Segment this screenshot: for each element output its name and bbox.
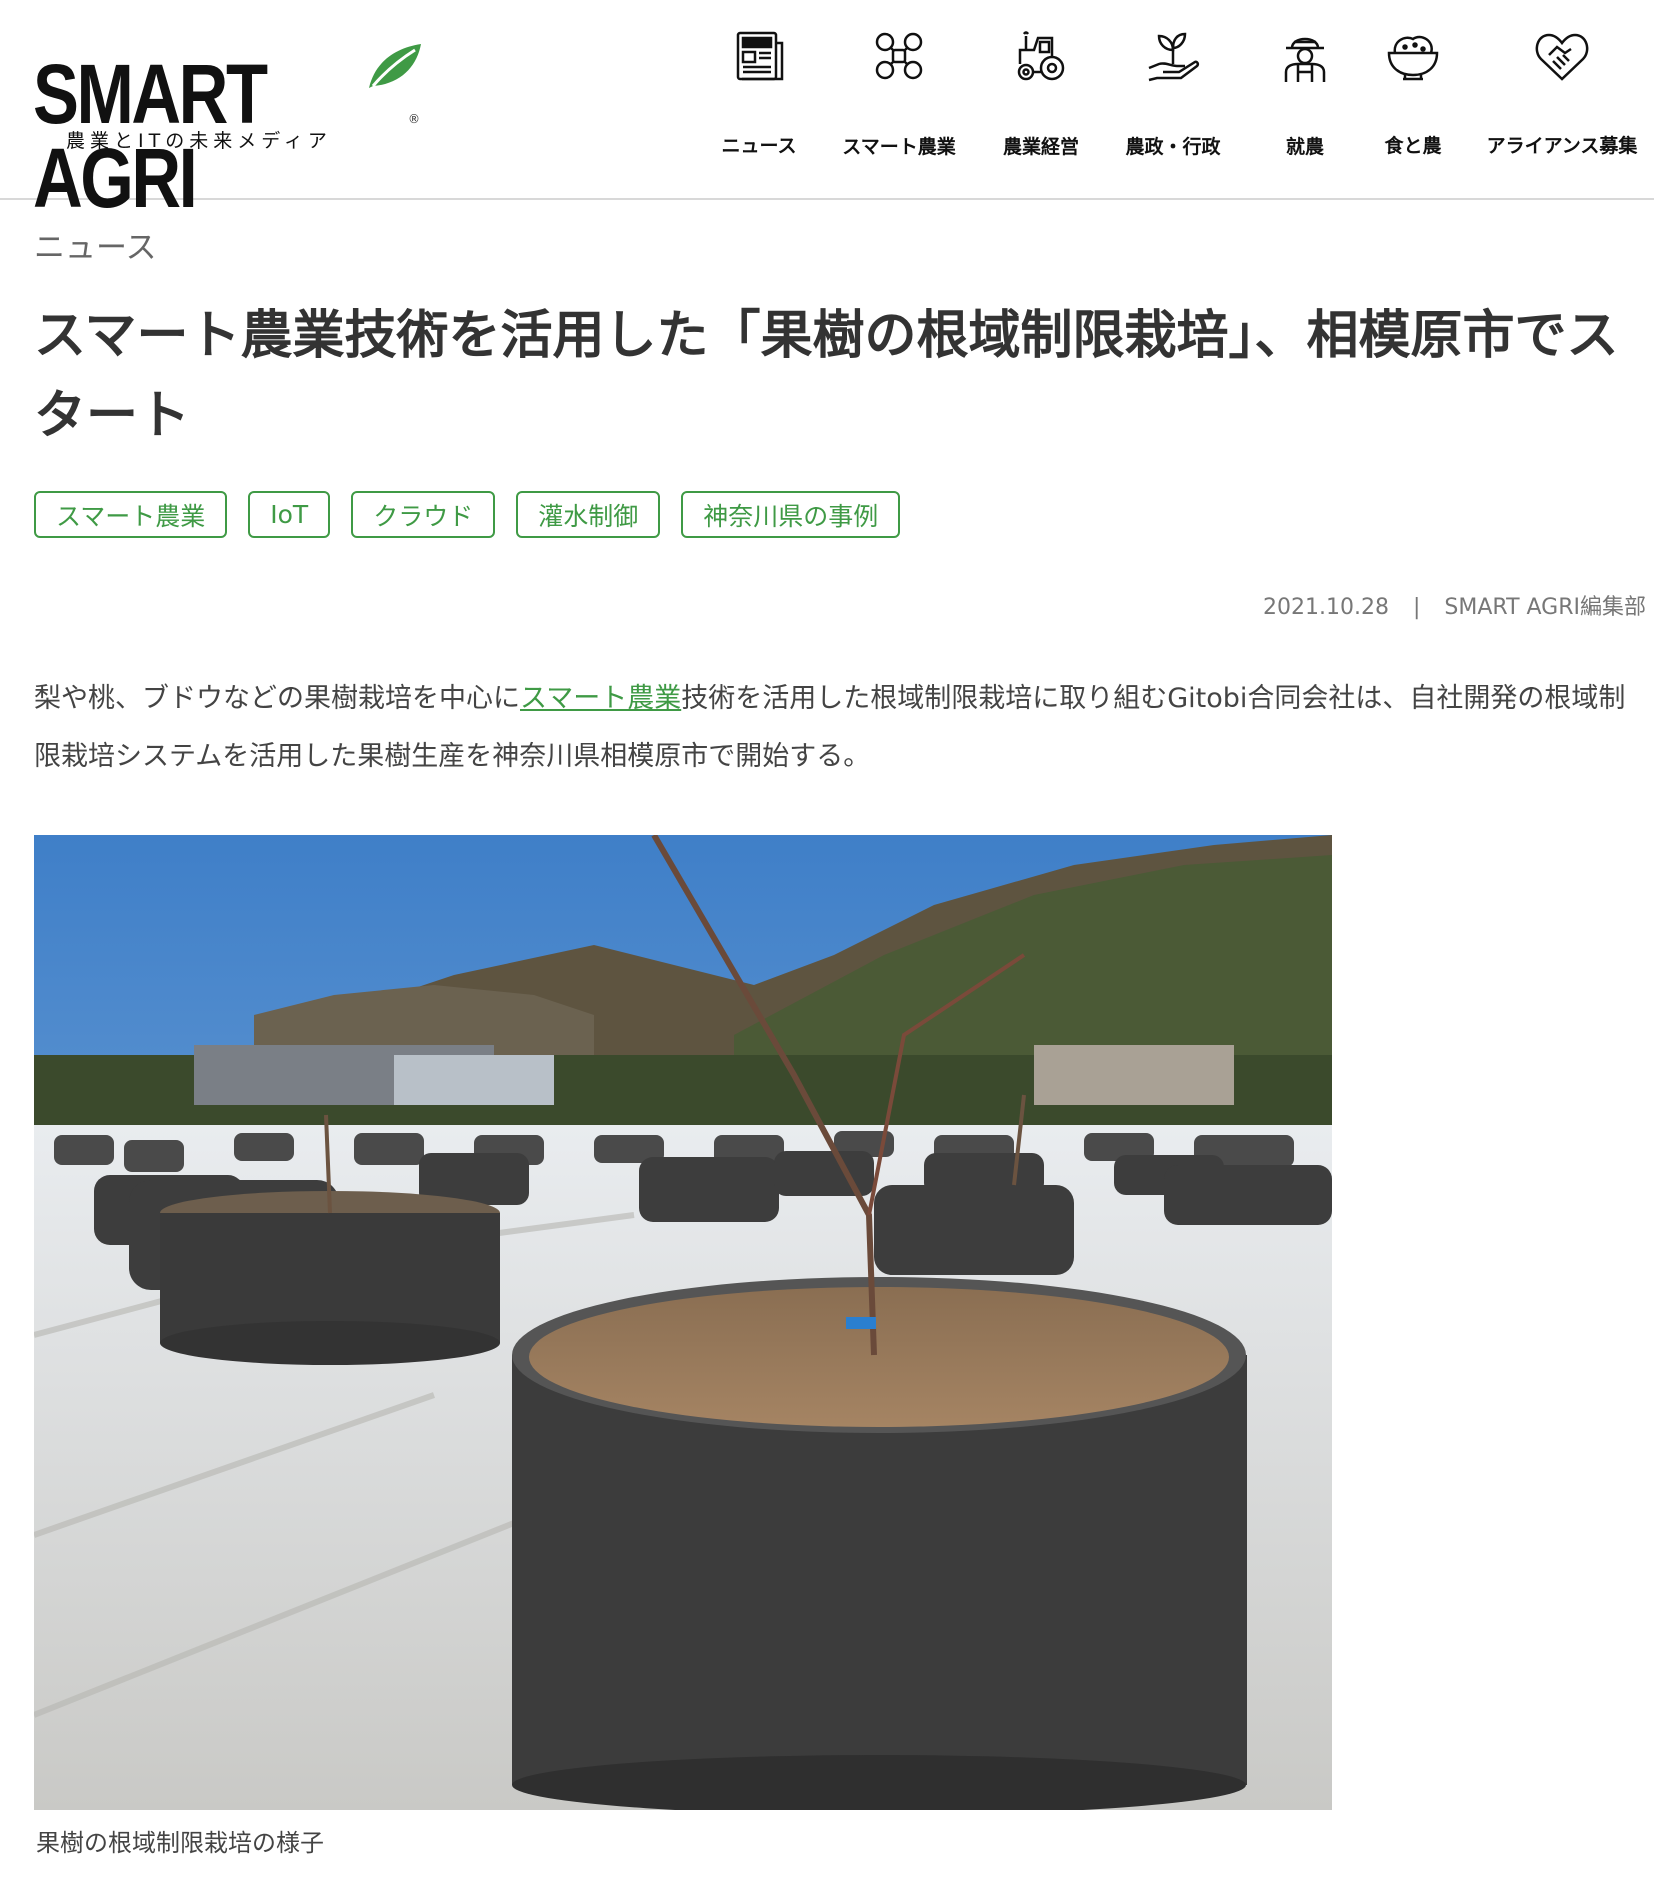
newspaper-icon	[729, 28, 789, 83]
tag-cloud[interactable]: クラウド	[351, 491, 496, 538]
site-header: SMART AGRI ® 農業とITの未来メディア ニュース スマート農業 農業…	[0, 0, 1654, 220]
site-logo[interactable]: SMART AGRI ® 農業とITの未来メディア	[33, 40, 421, 220]
tag-list: スマート農業 IoT クラウド 灌水制御 神奈川県の事例	[34, 491, 901, 538]
registered-mark: ®	[408, 112, 420, 126]
breadcrumb-category[interactable]: ニュース	[34, 222, 156, 267]
article-title: スマート農業技術を活用した「果樹の根域制限栽培」、相模原市でスタート	[34, 306, 1619, 446]
tag-iot[interactable]: IoT	[248, 491, 331, 538]
leaf-icon	[369, 44, 421, 88]
tag-smart-agri[interactable]: スマート農業	[34, 491, 228, 538]
tractor-icon	[1011, 28, 1071, 84]
logo-tagline: 農業とITの未来メディア	[66, 130, 332, 152]
nav-item-news[interactable]: ニュース	[704, 28, 814, 158]
author[interactable]: SMART AGRI編集部	[1444, 595, 1646, 620]
drone-icon	[869, 28, 929, 84]
nav-item-farm-management[interactable]: 農業経営	[986, 28, 1096, 158]
article-lead: 梨や桃、ブドウなどの果樹栽培を中心にスマート農業技術を活用した根域制限栽培に取り…	[34, 683, 1626, 772]
nav-item-smart-agri[interactable]: スマート農業	[826, 28, 972, 158]
nav-item-alliance[interactable]: アライアンス募集	[1470, 28, 1654, 158]
article-photo	[34, 835, 1332, 1810]
handshake-heart-icon	[1532, 28, 1592, 83]
nav-item-policy[interactable]: 農政・行政	[1108, 28, 1238, 158]
photo-caption: 果樹の根域制限栽培の様子	[36, 1829, 324, 1857]
rice-bowl-icon	[1383, 28, 1443, 83]
article-meta: 2021.10.28 | SMART AGRI編集部	[1263, 589, 1646, 621]
farmer-icon	[1275, 28, 1335, 84]
publish-date: 2021.10.28	[1263, 595, 1389, 620]
sprout-hand-icon	[1143, 28, 1203, 84]
tag-kanagawa-cases[interactable]: 神奈川県の事例	[681, 491, 901, 538]
meta-separator: |	[1412, 595, 1421, 620]
tag-irrigation-control[interactable]: 灌水制御	[516, 491, 661, 538]
nav-item-food-agri[interactable]: 食と農	[1368, 28, 1458, 158]
inline-link-smart-agri[interactable]: スマート農業	[520, 683, 681, 714]
nav-item-new-farmer[interactable]: 就農	[1260, 28, 1350, 158]
